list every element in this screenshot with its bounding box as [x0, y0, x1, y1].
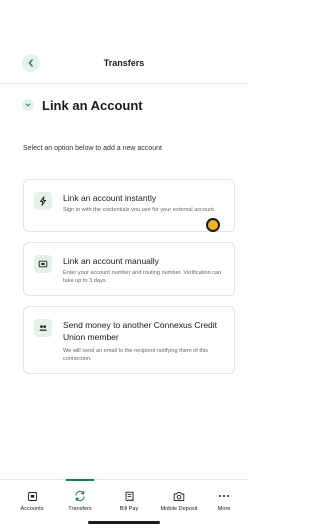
transfers-icon: [74, 490, 86, 502]
tab-mobile-deposit[interactable]: Mobile Deposit: [156, 480, 202, 520]
tab-label: Bill Pay: [119, 506, 139, 512]
tab-transfers[interactable]: Transfers: [58, 480, 102, 520]
tab-label: Accounts: [20, 506, 44, 512]
people-icon: [34, 319, 52, 337]
tab-label: More: [217, 506, 231, 512]
section-collapse-toggle[interactable]: [22, 99, 34, 111]
lightning-icon: [34, 192, 52, 210]
option-title: Send money to another Connexus Credit Un…: [63, 320, 218, 342]
option-description: Enter your account number and routing nu…: [63, 270, 222, 284]
header-divider: [0, 83, 248, 84]
tab-accounts[interactable]: Accounts: [10, 480, 54, 520]
bill-pay-icon: [123, 490, 135, 502]
home-indicator: [88, 521, 160, 524]
option-link-manually[interactable]: Link an account manually Enter your acco…: [23, 242, 235, 296]
camera-icon: [173, 490, 185, 502]
chevron-down-icon: [25, 103, 31, 107]
option-title: Link an account instantly: [63, 193, 157, 203]
option-link-instantly[interactable]: Link an account instantly Sign in with t…: [23, 179, 235, 232]
tab-more[interactable]: More: [204, 480, 244, 520]
option-title: Link an account manually: [63, 256, 159, 266]
option-description: We will send an email to the recipient n…: [63, 348, 209, 362]
section-intro: Select an option below to add a new acco…: [23, 145, 162, 152]
app-screen: Transfers Link an Account Select an opti…: [0, 0, 248, 530]
option-description: Sign in with the credentials you use for…: [63, 207, 216, 213]
tab-label: Transfers: [68, 506, 92, 512]
tab-bill-pay[interactable]: Bill Pay: [107, 480, 151, 520]
tab-label: Mobile Deposit: [160, 506, 198, 512]
accounts-icon: [26, 490, 38, 502]
touch-indicator: [206, 218, 220, 232]
section-title: Link an Account: [42, 98, 143, 113]
option-send-to-member[interactable]: Send money to another Connexus Credit Un…: [23, 306, 235, 374]
more-dots-icon: [218, 490, 230, 502]
page-title: Transfers: [103, 58, 145, 68]
bank-card-icon: [34, 255, 52, 273]
